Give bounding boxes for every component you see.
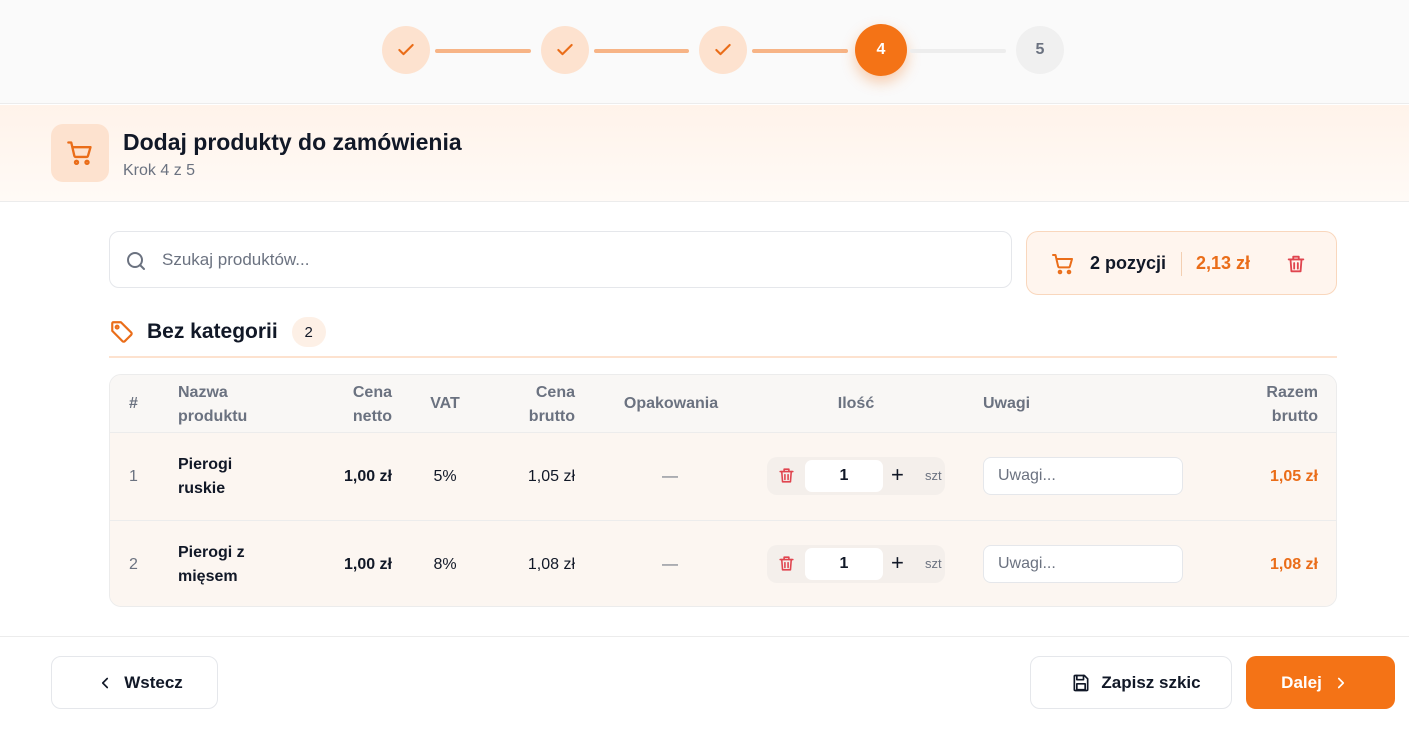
price-gross: 1,05 zł <box>527 468 575 485</box>
shopping-cart-icon <box>51 124 109 182</box>
cart-item-count: 2 pozycji <box>1090 253 1167 273</box>
save-icon <box>1071 673 1091 693</box>
note-field <box>983 457 1183 495</box>
col-header-name: Nazwa produktu <box>178 381 247 429</box>
quantity-unit: szt <box>925 556 942 571</box>
step-3-completed <box>699 26 747 74</box>
note-input[interactable] <box>984 546 1182 582</box>
product-name-line2: ruskie <box>178 480 226 497</box>
cart-summary: 2 pozycji 2,13 zł <box>1026 231 1337 295</box>
row-number: 2 <box>129 556 138 573</box>
col-header-qty: Ilość <box>837 395 875 412</box>
quantity-stepper: 1 + szt <box>767 545 945 583</box>
product-search <box>109 231 1012 288</box>
footer-divider <box>0 636 1409 637</box>
search-icon <box>127 252 145 270</box>
step-connector <box>435 49 531 53</box>
product-name: Pierogi ruskie <box>178 453 232 501</box>
cart-total: 2,13 zł <box>1196 253 1251 273</box>
page-header: Dodaj produkty do zamówienia Krok 4 z 5 <box>0 105 1409 202</box>
category-divider <box>109 356 1337 358</box>
product-name-line1: Pierogi <box>178 456 233 473</box>
vat-rate: 5% <box>433 468 457 485</box>
remove-item-trash-icon[interactable] <box>777 554 796 573</box>
price-net: 1,00 zł <box>343 556 392 573</box>
category-count-badge: 2 <box>291 317 326 347</box>
col-header-name-line1: Nazwa <box>178 384 228 401</box>
col-header-notes: Uwagi <box>983 395 1031 412</box>
next-button[interactable]: Dalej <box>1246 656 1395 709</box>
step-2-completed <box>541 26 589 74</box>
col-header-gross-line2: brutto <box>528 408 575 425</box>
chevron-left-icon <box>96 674 114 692</box>
search-input[interactable] <box>162 232 1002 287</box>
step-connector <box>594 49 689 53</box>
remove-item-trash-icon[interactable] <box>777 466 796 485</box>
quantity-value[interactable]: 1 <box>805 460 883 492</box>
products-table: # Nazwa produktu Cena netto VAT Cena bru… <box>109 374 1337 607</box>
save-draft-label: Zapisz szkic <box>1101 672 1201 692</box>
note-input[interactable] <box>984 458 1182 494</box>
product-name-line2: mięsem <box>178 568 238 585</box>
price-net: 1,00 zł <box>343 468 392 485</box>
quantity-stepper: 1 + szt <box>767 457 945 495</box>
step-counter: Krok 4 z 5 <box>123 162 196 179</box>
price-gross: 1,08 zł <box>527 556 575 573</box>
category-heading: Bez kategorii 2 <box>109 316 326 348</box>
progress-stepper: 4 5 <box>0 0 1409 104</box>
step-connector <box>910 49 1006 53</box>
shopping-cart-icon <box>1052 254 1073 275</box>
note-field <box>983 545 1183 583</box>
chevron-right-icon <box>1332 674 1350 692</box>
tag-icon <box>111 321 133 343</box>
table-header: # Nazwa produktu Cena netto VAT Cena bru… <box>110 375 1336 433</box>
col-header-net-line1: Cena <box>352 384 392 401</box>
quantity-unit: szt <box>925 468 942 483</box>
col-header-total-line1: Razem <box>1266 384 1318 401</box>
col-header-gross-line1: Cena <box>535 384 575 401</box>
clear-cart-trash-icon[interactable] <box>1285 253 1307 275</box>
quantity-value[interactable]: 1 <box>805 548 883 580</box>
step-1-completed <box>382 26 430 74</box>
col-header-net-line2: netto <box>352 408 392 425</box>
step-5-pending: 5 <box>1016 26 1064 74</box>
increase-quantity-plus-icon[interactable]: + <box>891 552 904 574</box>
save-draft-button[interactable]: Zapisz szkic <box>1030 656 1232 709</box>
col-header-total: Razem brutto <box>1250 381 1318 429</box>
vat-rate: 8% <box>433 556 457 573</box>
row-number: 1 <box>129 468 138 485</box>
back-button[interactable]: Wstecz <box>51 656 218 709</box>
table-row: 1 Pierogi ruskie 1,00 zł 5% 1,05 zł — 1 … <box>110 433 1336 520</box>
row-total-gross: 1,08 zł <box>1269 556 1318 573</box>
col-header-gross: Cena brutto <box>515 381 575 429</box>
col-header-total-line2: brutto <box>1271 408 1318 425</box>
next-button-label: Dalej <box>1281 672 1322 692</box>
step-connector <box>752 49 848 53</box>
category-name: Bez kategorii <box>147 320 278 343</box>
packaging-value: — <box>662 468 678 485</box>
col-header-net: Cena netto <box>341 381 392 429</box>
divider <box>1181 252 1182 276</box>
row-total-gross: 1,05 zł <box>1269 468 1318 485</box>
col-header-vat: VAT <box>430 395 460 412</box>
product-name-line1: Pierogi z <box>178 544 245 561</box>
back-button-label: Wstecz <box>124 672 183 692</box>
increase-quantity-plus-icon[interactable]: + <box>891 464 904 486</box>
col-header-name-line2: produktu <box>178 408 248 425</box>
page-title: Dodaj produkty do zamówienia <box>123 129 462 155</box>
check-icon <box>557 43 573 56</box>
check-icon <box>715 43 731 56</box>
product-name: Pierogi z mięsem <box>178 541 245 589</box>
packaging-value: — <box>662 556 678 573</box>
table-row: 2 Pierogi z mięsem 1,00 zł 8% 1,08 zł — … <box>110 520 1336 606</box>
col-header-packaging: Opakowania <box>623 395 719 412</box>
col-header-num: # <box>129 395 138 412</box>
step-4-active: 4 <box>855 24 907 76</box>
check-icon <box>398 43 414 56</box>
